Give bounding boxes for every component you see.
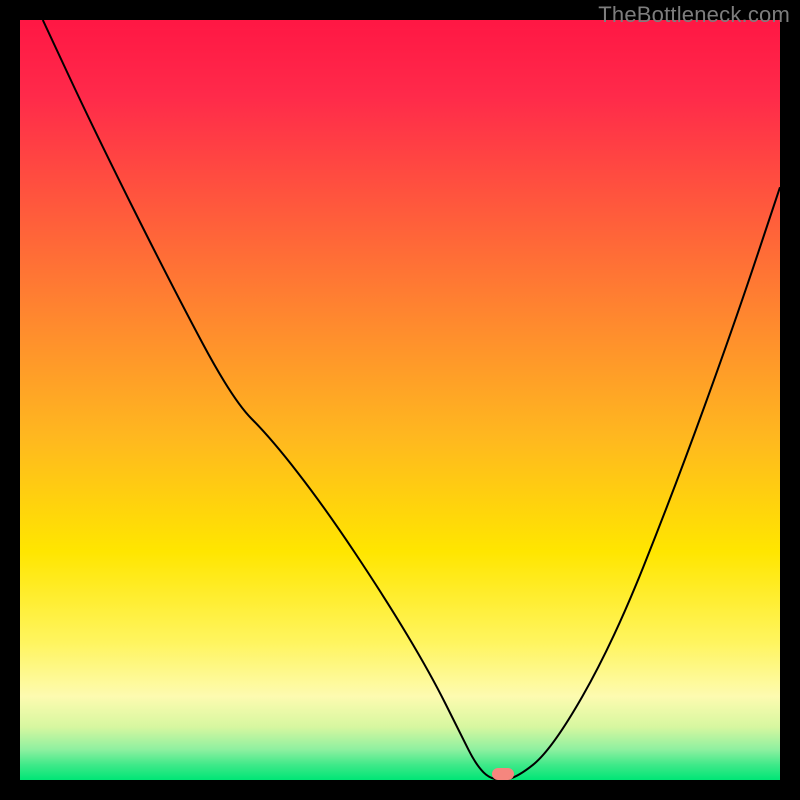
chart-stage: TheBottleneck.com <box>0 0 800 800</box>
bottleneck-curve <box>20 20 780 780</box>
watermark-text: TheBottleneck.com <box>598 2 790 28</box>
optimum-marker <box>492 768 514 780</box>
plot-area <box>20 20 780 780</box>
